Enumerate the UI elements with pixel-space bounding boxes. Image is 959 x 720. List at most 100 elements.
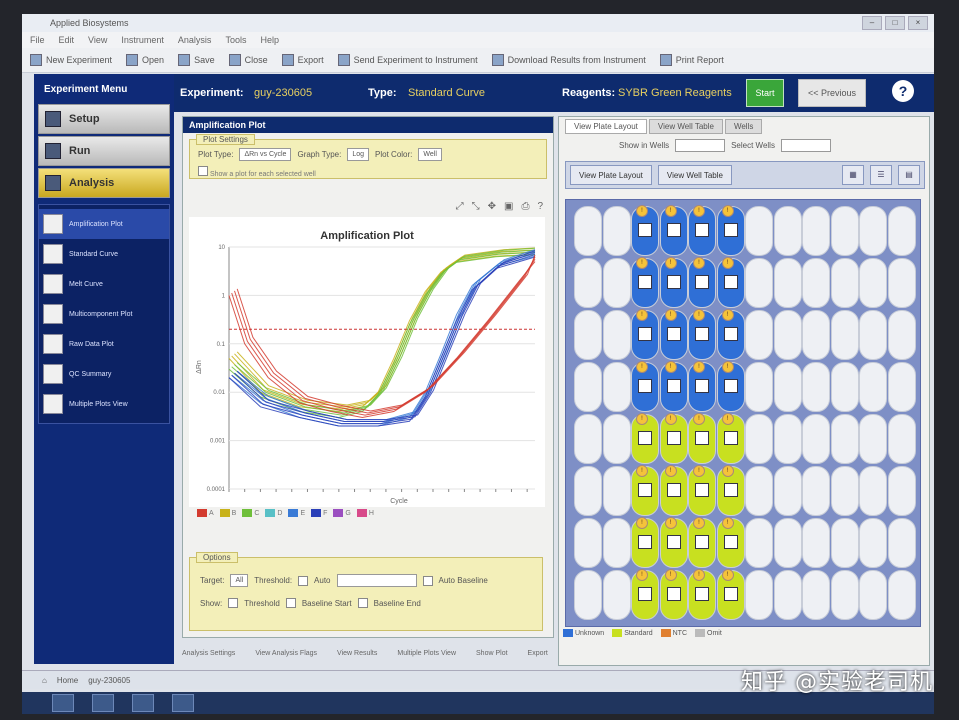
plate-well[interactable]: ! <box>659 413 688 464</box>
browser-icon[interactable] <box>92 694 114 712</box>
plate-well[interactable] <box>773 414 802 464</box>
plate-well[interactable] <box>745 518 773 568</box>
plate-well[interactable] <box>830 570 859 620</box>
plot-item-standard-curve[interactable]: Standard Curve <box>39 239 169 269</box>
plate-well[interactable]: ! <box>716 517 745 568</box>
plate-well[interactable] <box>859 258 887 308</box>
plate-well[interactable] <box>574 466 602 516</box>
plate-well[interactable] <box>773 570 802 620</box>
show-in-wells-select[interactable] <box>675 139 726 152</box>
plate-well[interactable]: ! <box>631 257 659 308</box>
home-icon[interactable]: ⌂ <box>42 676 47 685</box>
menu-tools[interactable]: Tools <box>225 35 246 45</box>
explorer-icon[interactable] <box>132 694 154 712</box>
bottom-tab-analysis-settings[interactable]: Analysis Settings <box>182 650 235 664</box>
toolbar-print[interactable]: Print Report <box>659 54 724 66</box>
plate-well[interactable] <box>574 362 602 412</box>
plate-well[interactable]: ! <box>659 205 688 256</box>
plate-well[interactable] <box>745 362 773 412</box>
plot-item-qc-summary[interactable]: QC Summary <box>39 359 169 389</box>
bottom-tab-export[interactable]: Export <box>528 650 548 664</box>
plot-settings-tab[interactable]: Plot Settings <box>196 134 255 145</box>
menu-view[interactable]: View <box>88 35 107 45</box>
bottom-tab-multiple-plots[interactable]: Multiple Plots View <box>397 650 456 664</box>
plate-well[interactable]: ! <box>631 517 659 568</box>
plot-item-melt-curve[interactable]: Melt Curve <box>39 269 169 299</box>
plate-well[interactable] <box>745 206 773 256</box>
toolbar-new-experiment[interactable]: New Experiment <box>30 54 112 66</box>
plate-well[interactable]: ! <box>716 309 745 360</box>
plate-well[interactable]: ! <box>688 569 716 620</box>
plate-well[interactable] <box>830 518 859 568</box>
plot-type-select[interactable]: ΔRn vs Cycle <box>239 148 292 161</box>
plate-well[interactable] <box>602 206 631 256</box>
plate-well[interactable]: ! <box>659 257 688 308</box>
plate-well[interactable]: ! <box>688 205 716 256</box>
minimize-button[interactable]: – <box>862 16 882 30</box>
plate-well[interactable] <box>574 570 602 620</box>
plate-well[interactable] <box>745 466 773 516</box>
plate-well[interactable]: ! <box>659 517 688 568</box>
plate-well[interactable]: ! <box>631 309 659 360</box>
plate-well[interactable] <box>830 414 859 464</box>
plate-well[interactable] <box>859 570 887 620</box>
plate-well[interactable] <box>802 206 830 256</box>
plate-well[interactable] <box>859 466 887 516</box>
plate-well[interactable] <box>859 518 887 568</box>
plate-well[interactable] <box>802 258 830 308</box>
plate-well[interactable] <box>773 258 802 308</box>
toolbar-send[interactable]: Send Experiment to Instrument <box>337 54 478 66</box>
list-view-icon[interactable]: ☰ <box>870 165 892 185</box>
plate-well[interactable] <box>602 466 631 516</box>
plate-well[interactable]: ! <box>716 465 745 516</box>
tab-well-table[interactable]: View Well Table <box>648 119 723 134</box>
menu-help[interactable]: Help <box>260 35 279 45</box>
plate-well[interactable] <box>745 570 773 620</box>
plate-well[interactable]: ! <box>688 361 716 412</box>
plate-well[interactable]: ! <box>659 361 688 412</box>
plate-well[interactable] <box>859 414 887 464</box>
plot-color-select[interactable]: Well <box>418 148 442 161</box>
auto-baseline-checkbox[interactable] <box>422 575 433 586</box>
plate-well[interactable]: ! <box>716 205 745 256</box>
toolbar-open[interactable]: Open <box>126 54 164 66</box>
plate-well[interactable] <box>887 466 916 516</box>
menu-instrument[interactable]: Instrument <box>121 35 164 45</box>
legend-item[interactable]: H <box>356 509 374 517</box>
plate-well[interactable] <box>859 362 887 412</box>
plate-well[interactable]: ! <box>688 413 716 464</box>
plate-well[interactable]: ! <box>659 465 688 516</box>
plate-well[interactable]: ! <box>688 465 716 516</box>
plate-well[interactable] <box>830 310 859 360</box>
plate-well[interactable] <box>887 414 916 464</box>
menu-file[interactable]: File <box>30 35 45 45</box>
plate-well[interactable] <box>830 258 859 308</box>
plot-item-amplification[interactable]: Amplification Plot <box>39 209 169 239</box>
menu-edit[interactable]: Edit <box>59 35 75 45</box>
bottom-tab-view-results[interactable]: View Results <box>337 650 377 664</box>
plate-well[interactable] <box>574 206 602 256</box>
plate-well[interactable] <box>830 206 859 256</box>
home-tab[interactable]: Home <box>57 676 78 685</box>
legend-item[interactable]: E <box>288 509 305 517</box>
step-analysis[interactable]: Analysis <box>38 168 170 198</box>
plate-well[interactable]: ! <box>688 257 716 308</box>
previous-button[interactable]: << Previous <box>798 79 866 107</box>
step-setup[interactable]: Setup <box>38 104 170 134</box>
legend-item[interactable]: A <box>197 509 214 517</box>
show-each-well-checkbox[interactable] <box>198 166 208 176</box>
plate-well[interactable]: ! <box>631 205 659 256</box>
table-view-icon[interactable]: ▤ <box>898 165 920 185</box>
plate-well[interactable]: ! <box>716 569 745 620</box>
plate-well[interactable] <box>773 518 802 568</box>
plate-layout-button[interactable]: View Plate Layout <box>570 165 652 185</box>
bottom-tab-analysis-flags[interactable]: View Analysis Flags <box>255 650 317 664</box>
plate-well[interactable]: ! <box>688 517 716 568</box>
help-plot-icon[interactable]: ? <box>537 201 543 212</box>
plate-well[interactable] <box>887 570 916 620</box>
legend-item[interactable]: G <box>333 509 351 517</box>
tab-wells[interactable]: Wells <box>724 119 763 134</box>
close-button[interactable]: × <box>908 16 928 30</box>
grid-view-icon[interactable]: ▦ <box>842 165 864 185</box>
plate-well[interactable]: ! <box>716 413 745 464</box>
